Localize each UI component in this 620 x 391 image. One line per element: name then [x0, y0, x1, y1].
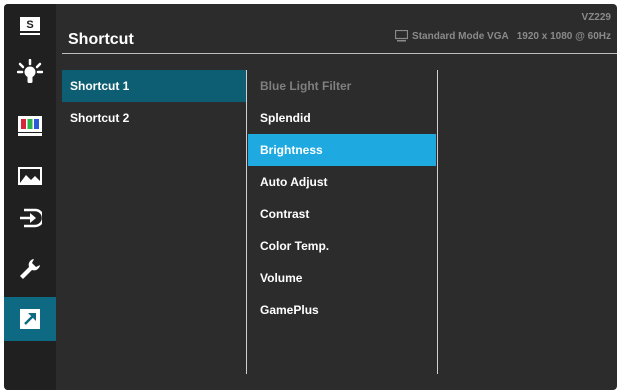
sidebar-item-image[interactable] — [4, 154, 56, 198]
sidebar-item-input-select[interactable] — [4, 196, 56, 240]
system-setup-icon — [20, 259, 40, 279]
sidebar-item-shortcut[interactable] — [4, 297, 56, 341]
sidebar-item-splendid[interactable]: S — [4, 4, 56, 48]
shortcut-slot-1[interactable]: Shortcut 1 — [62, 70, 246, 102]
mode-text: Standard Mode VGA — [412, 30, 509, 42]
input-select-icon — [20, 208, 42, 228]
function-blue-light-filter: Blue Light Filter — [260, 79, 352, 93]
function-list: Blue Light Filter Splendid Brightness Au… — [248, 70, 436, 326]
model-name: VZ229 — [581, 12, 611, 23]
function-brightness[interactable]: Brightness — [248, 134, 436, 166]
svg-text:S: S — [26, 19, 33, 31]
sidebar-item-blue-light[interactable] — [4, 50, 56, 94]
function-color-temp[interactable]: Color Temp. — [248, 230, 436, 262]
monitor-icon — [395, 30, 409, 42]
shortcut-slot-list: Shortcut 1 Shortcut 2 — [62, 70, 246, 134]
splendid-icon: S — [20, 17, 40, 35]
function-gameplus[interactable]: GamePlus — [248, 294, 436, 326]
function-auto-adjust[interactable]: Auto Adjust — [248, 166, 436, 198]
function-volume[interactable]: Volume — [248, 262, 436, 294]
shortcut-icon — [20, 309, 40, 329]
function-splendid[interactable]: Splendid — [248, 102, 436, 134]
shortcut-slot-2[interactable]: Shortcut 2 — [62, 102, 246, 134]
sidebar-item-system-setup[interactable] — [4, 247, 56, 291]
column-divider-left — [246, 70, 247, 374]
blue-light-icon — [17, 59, 43, 83]
sidebar-item-color[interactable] — [4, 104, 56, 148]
resolution-text: 1920 x 1080 @ 60Hz — [516, 30, 611, 42]
function-contrast[interactable]: Contrast — [248, 198, 436, 230]
header-divider — [62, 53, 617, 54]
osd-menu: S Shortcut VZ229 Standard Mode VGA 1920 … — [4, 4, 617, 390]
mode-status: Standard Mode VGA 1920 x 1080 @ 60Hz — [395, 30, 611, 42]
color-icon — [18, 116, 42, 136]
page-title: Shortcut — [68, 31, 134, 48]
column-divider-right — [437, 70, 438, 374]
image-icon — [18, 167, 42, 185]
sidebar: S — [4, 4, 56, 390]
